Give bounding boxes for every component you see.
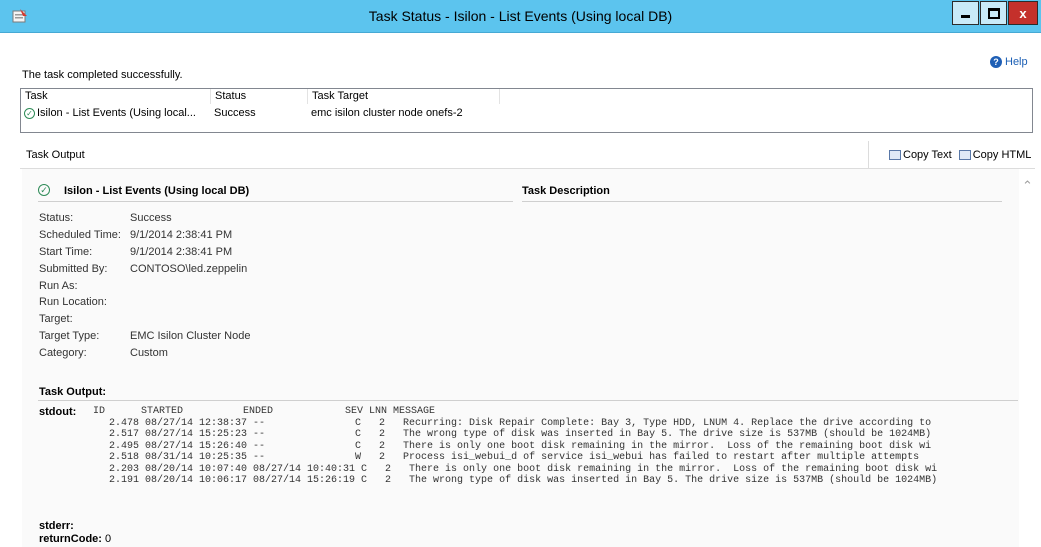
table-row[interactable]: ✓ Isilon - List Events (Using local... S…: [21, 106, 1032, 121]
stdout-line: 2.203 08/20/14 10:07:40 08/27/14 10:40:3…: [109, 463, 938, 475]
detail-label: Run As:: [39, 279, 78, 292]
close-icon: x: [1019, 5, 1027, 21]
task-output-report: ✓ Isilon - List Events (Using local DB) …: [22, 169, 1019, 547]
stdout-line: 2.495 08/27/14 15:26:40 -- C 2 There is …: [109, 440, 932, 452]
detail-row: Start Time: 9/1/2014 2:38:41 PM: [39, 244, 250, 261]
stderr-label: stderr:: [39, 520, 74, 532]
success-check-icon: ✓: [24, 108, 35, 119]
return-code-label: returnCode:: [39, 533, 102, 545]
task-details: Status: Success Scheduled Time: 9/1/2014 2…: [39, 210, 250, 362]
return-code: returnCode: 0: [39, 533, 111, 545]
help-icon: ?: [990, 56, 1002, 68]
title-bar: Task Status - Isilon - List Events (Usin…: [0, 0, 1041, 33]
task-description-heading: Task Description: [522, 185, 610, 197]
copy-text-label: Copy Text: [903, 148, 952, 161]
stdout-text: ID STARTED ENDED SEV LNN MESSAGE 2.478 08…: [93, 406, 1019, 487]
task-output-header: Task Output Copy Text Copy HTML: [20, 141, 1035, 169]
maximize-icon: [987, 7, 1000, 19]
stdout-line: 2.517 08/27/14 15:25:23 -- C 2 The wrong…: [109, 429, 932, 440]
task-output-label: Task Output: [26, 149, 85, 161]
divider: [38, 400, 1018, 401]
return-code-value: 0: [105, 533, 112, 545]
detail-row: Run Location:: [39, 294, 250, 311]
divider: [38, 201, 513, 202]
minimize-icon: [961, 14, 970, 18]
detail-row: Target Type: EMC Isilon Cluster Node: [39, 328, 250, 345]
detail-label: Submitted By:: [39, 262, 108, 275]
detail-value: EMC Isilon Cluster Node: [130, 330, 251, 343]
copy-html-button[interactable]: Copy HTML: [958, 148, 1032, 161]
minimize-button[interactable]: [952, 1, 979, 25]
column-header-task-target[interactable]: Task Target: [308, 89, 500, 104]
scroll-up-icon[interactable]: ⌃: [1022, 179, 1034, 192]
detail-label: Target Type:: [39, 330, 100, 343]
report-title: Isilon - List Events (Using local DB): [64, 185, 250, 197]
detail-label: Start Time:: [39, 245, 93, 258]
task-list[interactable]: Task Status Task Target ✓ Isilon - List …: [20, 88, 1033, 133]
success-check-icon: ✓: [38, 184, 50, 196]
detail-row: Target:: [39, 311, 250, 328]
detail-label: Status:: [39, 212, 74, 224]
divider: [522, 201, 1002, 202]
detail-value: Custom: [130, 347, 168, 360]
column-header-task[interactable]: Task: [21, 89, 211, 104]
detail-label: Run Location:: [39, 296, 107, 309]
detail-value: Success: [130, 212, 172, 224]
output-toolbar: Copy Text Copy HTML: [868, 141, 1031, 168]
detail-value: 9/1/2014 2:38:41 PM: [130, 245, 233, 258]
column-header-status[interactable]: Status: [211, 89, 308, 104]
window-title: Task Status - Isilon - List Events (Usin…: [368, 8, 673, 24]
detail-row: Category: Custom: [39, 345, 250, 362]
task-status-cell: Success: [214, 107, 256, 119]
detail-value: 9/1/2014 2:38:41 PM: [130, 228, 233, 241]
help-link[interactable]: ? Help: [990, 56, 1028, 68]
stdout-line: 2.478 08/27/14 12:38:37 -- C 2 Recurring…: [109, 417, 932, 429]
task-output-heading: Task Output:: [39, 386, 107, 398]
detail-label: Scheduled Time:: [39, 228, 121, 241]
copy-text-button[interactable]: Copy Text: [889, 149, 952, 161]
close-button[interactable]: x: [1008, 1, 1038, 25]
detail-value: CONTOSO\led.zeppelin: [130, 262, 248, 275]
task-name-cell: Isilon - List Events (Using local...: [37, 107, 196, 119]
maximize-button[interactable]: [980, 1, 1007, 25]
stdout-header: ID STARTED ENDED SEV LNN MESSAGE: [93, 406, 436, 417]
copy-icon: [889, 149, 901, 160]
task-target-cell: emc isilon cluster node onefs-2: [311, 107, 463, 119]
detail-label: Target:: [39, 313, 73, 326]
detail-label: Category:: [39, 347, 87, 360]
stdout-line: 2.191 08/20/14 10:06:17 08/27/14 15:26:1…: [109, 475, 938, 486]
detail-row: Scheduled Time: 9/1/2014 2:38:41 PM: [39, 227, 250, 244]
copy-icon: [958, 149, 971, 160]
detail-row: Status: Success: [39, 210, 250, 227]
stdout-line: 2.518 08/31/14 10:25:35 -- W 2 Process i…: [109, 452, 920, 463]
detail-row: Submitted By: CONTOSO\led.zeppelin: [39, 261, 250, 278]
stdout-label: stdout:: [39, 406, 77, 418]
detail-row: Run As:: [39, 278, 250, 295]
completion-message: The task completed successfully.: [22, 69, 183, 81]
copy-html-label: Copy HTML: [972, 148, 1032, 161]
help-label: Help: [1005, 56, 1028, 68]
